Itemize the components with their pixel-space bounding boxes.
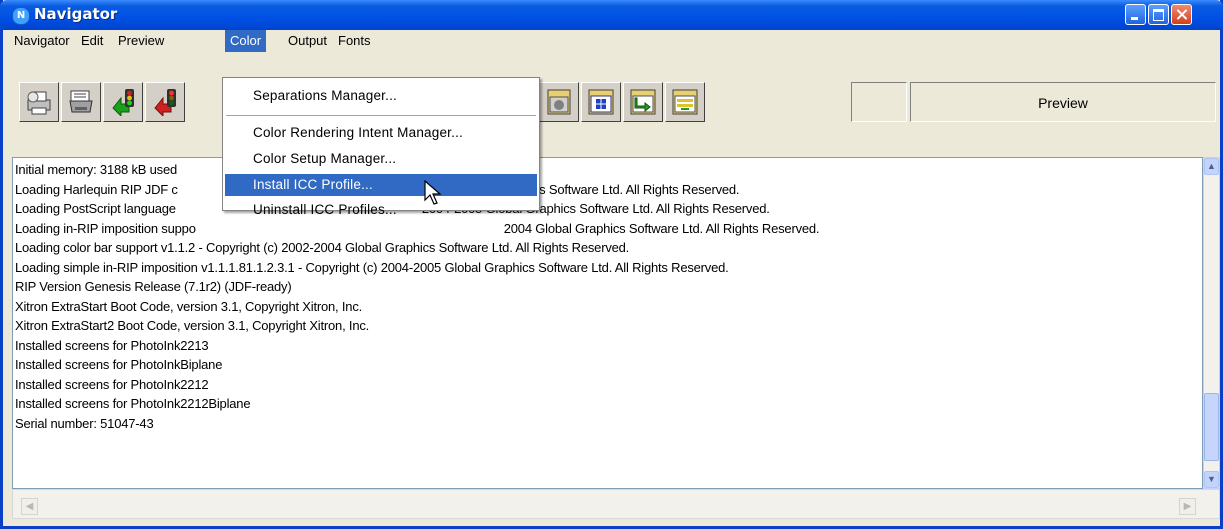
traffic-light-green-icon (112, 89, 134, 116)
log-line: Loading color bar support v1.1.2 - Copyr… (15, 240, 630, 255)
blue-window-icon (588, 89, 614, 115)
menu-separator (226, 115, 536, 116)
log-output[interactable]: Initial memory: 3188 kB used Loading Har… (12, 157, 1203, 489)
menu-fonts[interactable]: Fonts (333, 30, 376, 52)
page-setup-button[interactable] (539, 82, 579, 122)
menu-output[interactable]: Output (283, 30, 332, 52)
navigator-window: N Navigator Navigator Edit Preview Color… (0, 0, 1223, 529)
log-line: Initial memory: 3188 kB used (15, 162, 178, 177)
yellow-document-button[interactable] (665, 82, 705, 122)
menu-edit[interactable]: Edit (76, 30, 108, 52)
menu-item-uninstall-icc-profiles[interactable]: Uninstall ICC Profiles... (225, 199, 537, 217)
status-panel (851, 82, 907, 122)
scroll-thumb[interactable] (1204, 393, 1219, 461)
green-arrow-icon (630, 89, 656, 115)
maximize-button[interactable] (1148, 4, 1169, 25)
scroll-right-button[interactable]: ▶ (1179, 498, 1196, 515)
log-line: Serial number: 51047-43 (15, 415, 154, 431)
stop-button[interactable] (145, 82, 185, 122)
printer-icon (69, 90, 93, 113)
scroll-left-button[interactable]: ◀ (21, 498, 38, 515)
log-line: Loading in-RIP imposition suppo 2004 Glob… (15, 220, 820, 236)
preview-panel[interactable]: Preview (910, 82, 1216, 122)
navigator-app-icon[interactable]: N (12, 7, 30, 25)
menu-navigator[interactable]: Navigator (9, 30, 75, 52)
log-line: Installed screens for PhotoInk2212 (15, 376, 209, 392)
menu-color[interactable]: Color (225, 30, 267, 52)
mouse-pointer-icon (424, 180, 442, 205)
blue-window-button[interactable] (581, 82, 621, 122)
log-line: Xitron ExtraStart Boot Code, version 3.1… (15, 298, 363, 314)
log-line: Xitron ExtraStart2 Boot Code, version 3.… (15, 318, 370, 333)
menu-item-install-icc-profile[interactable]: Install ICC Profile... (225, 174, 537, 196)
log-line: Installed screens for PhotoInk2213 (15, 337, 209, 353)
horizontal-scrollbar[interactable]: ◀ ▶ (12, 489, 1220, 519)
log-line: Installed screens for PhotoInk2212Biplan… (15, 396, 251, 411)
scroll-down-button[interactable]: ▼ (1204, 471, 1219, 488)
menu-preview[interactable]: Preview (113, 30, 169, 52)
menu-bar: Navigator Edit Preview Color Output Font… (3, 30, 1220, 52)
printer-button[interactable] (61, 82, 101, 122)
close-button[interactable] (1171, 4, 1192, 25)
menu-item-separations-manager[interactable]: Separations Manager... (225, 85, 537, 107)
log-line: RIP Version Genesis Release (7.1r2) (JDF… (15, 279, 292, 294)
log-line: Loading simple in-RIP imposition v1.1.1.… (15, 259, 729, 275)
print-button[interactable] (19, 82, 59, 122)
menu-item-color-setup-manager[interactable]: Color Setup Manager... (225, 148, 537, 170)
menu-item-color-rendering-intent-manager[interactable]: Color Rendering Intent Manager... (225, 122, 537, 144)
page-setup-icon (547, 89, 571, 115)
log-line: Installed screens for PhotoInkBiplane (15, 357, 223, 372)
toolbar: Preview (3, 76, 1220, 148)
print-icon (27, 91, 51, 115)
green-arrow-button[interactable] (623, 82, 663, 122)
traffic-light-red-icon (154, 89, 176, 116)
yellow-document-icon (672, 89, 698, 115)
log-line: Loading PostScript language 2004-2005 Glo… (15, 201, 770, 216)
window-title: Navigator (34, 5, 118, 23)
scroll-up-button[interactable]: ▲ (1204, 158, 1219, 175)
log-line: Loading Harlequin RIP JDF c 2004 Global G… (15, 181, 740, 197)
title-bar[interactable]: N Navigator (0, 0, 1223, 30)
minimize-button[interactable] (1125, 4, 1146, 25)
vertical-scrollbar[interactable]: ▲ ▼ (1203, 157, 1220, 489)
color-menu-dropdown: Separations Manager... Color Rendering I… (222, 77, 540, 217)
start-button[interactable] (103, 82, 143, 122)
